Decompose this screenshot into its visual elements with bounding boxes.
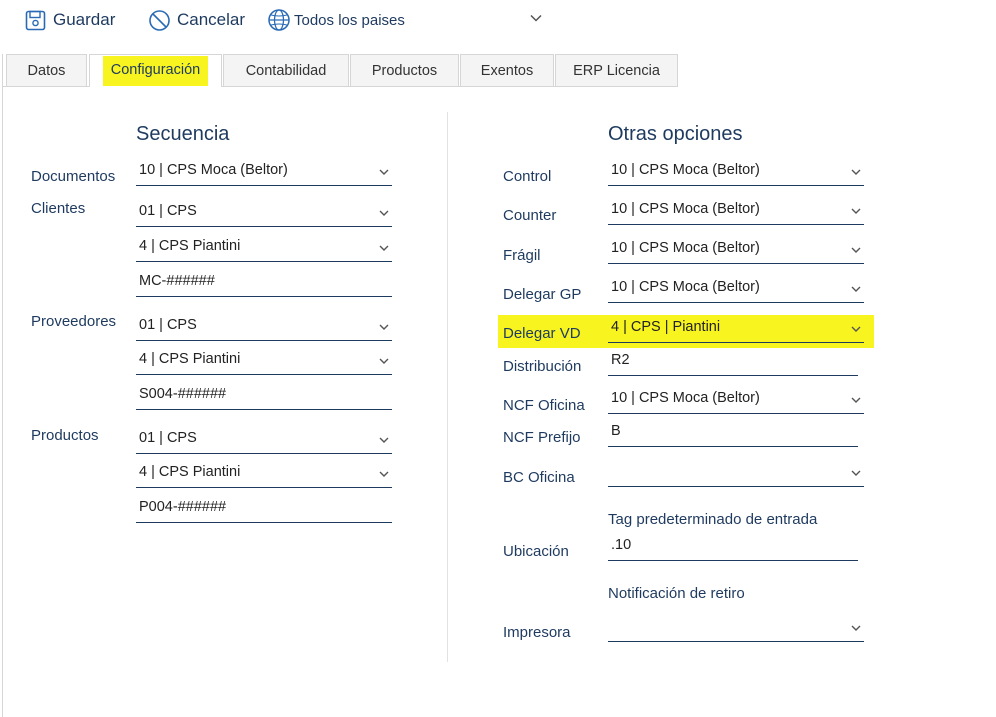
chevron-down-icon — [851, 286, 861, 292]
distribucion-label: Distribución — [503, 358, 582, 375]
country-selector-label: Todos los paises — [294, 11, 405, 29]
tag-predeterminado-label: Tag predeterminado de entrada — [608, 511, 818, 528]
ncf-oficina-value: 10 | CPS Moca (Beltor) — [611, 390, 760, 406]
chevron-down-icon — [851, 247, 861, 253]
chevron-down-icon — [379, 358, 389, 364]
proveedores-mask-input[interactable]: S004-###### — [136, 384, 392, 410]
tab-label: Contabilidad — [245, 62, 327, 79]
otras-opciones-title: Otras opciones — [608, 123, 743, 145]
proveedores-label: Proveedores — [31, 313, 117, 330]
tab-exentos[interactable]: Exentos — [460, 54, 554, 86]
globe-icon — [268, 9, 290, 31]
save-button[interactable]: Guardar — [25, 6, 115, 34]
save-icon — [25, 10, 46, 30]
impresora-select[interactable] — [608, 616, 864, 642]
productos-select-1[interactable]: 01 | CPS — [136, 428, 392, 454]
tab-erp-licencia[interactable]: ERP Licencia — [555, 54, 678, 86]
ncf-prefijo-value: B — [611, 423, 621, 439]
counter-select[interactable]: 10 | CPS Moca (Beltor) — [608, 199, 864, 225]
chevron-down-icon — [379, 471, 389, 477]
clientes-select-2[interactable]: 4 | CPS Piantini — [136, 236, 392, 262]
clientes-select-1[interactable]: 01 | CPS — [136, 201, 392, 227]
notificacion-retiro-label: Notificación de retiro — [608, 585, 745, 602]
ncf-prefijo-label: NCF Prefijo — [503, 429, 581, 446]
productos-value-1: 01 | CPS — [139, 430, 197, 446]
documentos-select[interactable]: 10 | CPS Moca (Beltor) — [136, 160, 392, 186]
ubicacion-label: Ubicación — [503, 543, 569, 560]
control-value: 10 | CPS Moca (Beltor) — [611, 162, 760, 178]
chevron-down-icon — [851, 169, 861, 175]
tab-label: Configuración — [102, 56, 209, 86]
tab-label: Exentos — [480, 62, 534, 79]
counter-value: 10 | CPS Moca (Beltor) — [611, 201, 760, 217]
proveedores-value-1: 01 | CPS — [139, 317, 197, 333]
chevron-down-icon — [379, 169, 389, 175]
chevron-down-icon — [851, 326, 861, 332]
fragil-select[interactable]: 10 | CPS Moca (Beltor) — [608, 238, 864, 264]
tab-label: ERP Licencia — [573, 62, 660, 79]
ncf-oficina-select[interactable]: 10 | CPS Moca (Beltor) — [608, 388, 864, 414]
delegar-vd-label: Delegar VD — [503, 325, 581, 342]
tab-label: Datos — [27, 62, 66, 79]
clientes-mask-input[interactable]: MC-###### — [136, 271, 392, 297]
proveedores-select-2[interactable]: 4 | CPS Piantini — [136, 349, 392, 375]
ubicacion-input[interactable]: .10 — [608, 535, 858, 561]
clientes-label: Clientes — [31, 200, 86, 217]
proveedores-mask-value: S004-###### — [139, 386, 227, 402]
delegar-gp-select[interactable]: 10 | CPS Moca (Beltor) — [608, 277, 864, 303]
counter-label: Counter — [503, 207, 557, 224]
clientes-mask-value: MC-###### — [139, 273, 215, 289]
bc-oficina-select[interactable] — [608, 461, 864, 487]
fragil-value: 10 | CPS Moca (Beltor) — [611, 240, 760, 256]
cancel-button-label: Cancelar — [177, 10, 246, 29]
ubicacion-value: .10 — [611, 537, 632, 553]
chevron-down-icon — [851, 470, 861, 476]
chevron-down-icon[interactable] — [528, 10, 544, 26]
column-divider — [447, 112, 448, 662]
chevron-down-icon — [851, 397, 861, 403]
productos-select-2[interactable]: 4 | CPS Piantini — [136, 462, 392, 488]
tab-productos[interactable]: Productos — [350, 54, 459, 86]
tab-configuracion[interactable]: Configuración — [89, 54, 222, 87]
bc-oficina-label: BC Oficina — [503, 469, 575, 486]
productos-mask-input[interactable]: P004-###### — [136, 497, 392, 523]
delegar-vd-value: 4 | CPS | Piantini — [611, 319, 721, 335]
proveedores-value-2: 4 | CPS Piantini — [139, 351, 241, 367]
ncf-prefijo-input[interactable]: B — [608, 421, 858, 447]
cancel-button[interactable]: Cancelar — [148, 6, 245, 34]
secuencia-title: Secuencia — [136, 123, 230, 145]
chevron-down-icon — [851, 208, 861, 214]
proveedores-select-1[interactable]: 01 | CPS — [136, 315, 392, 341]
chevron-down-icon — [379, 210, 389, 216]
fragil-label: Frágil — [503, 247, 541, 264]
productos-label: Productos — [31, 427, 99, 444]
chevron-down-icon — [379, 245, 389, 251]
panel-border — [2, 54, 3, 717]
toolbar: Guardar Cancelar Todos los paises — [0, 0, 996, 42]
tab-contabilidad[interactable]: Contabilidad — [223, 54, 349, 86]
documentos-label: Documentos — [31, 168, 116, 185]
chevron-down-icon — [379, 324, 389, 330]
impresora-label: Impresora — [503, 624, 571, 641]
control-select[interactable]: 10 | CPS Moca (Beltor) — [608, 160, 864, 186]
clientes-value-1: 01 | CPS — [139, 203, 197, 219]
productos-mask-value: P004-###### — [139, 499, 227, 515]
country-selector[interactable]: Todos los paises — [267, 6, 405, 34]
delegar-vd-select[interactable]: 4 | CPS | Piantini — [608, 317, 864, 343]
chevron-down-icon — [379, 437, 389, 443]
chevron-down-icon — [851, 625, 861, 631]
delegar-gp-label: Delegar GP — [503, 286, 582, 303]
save-button-label: Guardar — [53, 10, 116, 29]
distribucion-value: R2 — [611, 352, 630, 368]
tab-datos[interactable]: Datos — [6, 54, 87, 86]
cancel-icon — [149, 9, 170, 31]
delegar-gp-value: 10 | CPS Moca (Beltor) — [611, 279, 760, 295]
documentos-value: 10 | CPS Moca (Beltor) — [139, 162, 288, 178]
distribucion-input[interactable]: R2 — [608, 350, 858, 376]
tab-label: Productos — [371, 62, 438, 79]
productos-value-2: 4 | CPS Piantini — [139, 464, 241, 480]
control-label: Control — [503, 168, 552, 185]
ncf-oficina-label: NCF Oficina — [503, 397, 585, 414]
clientes-value-2: 4 | CPS Piantini — [139, 238, 241, 254]
